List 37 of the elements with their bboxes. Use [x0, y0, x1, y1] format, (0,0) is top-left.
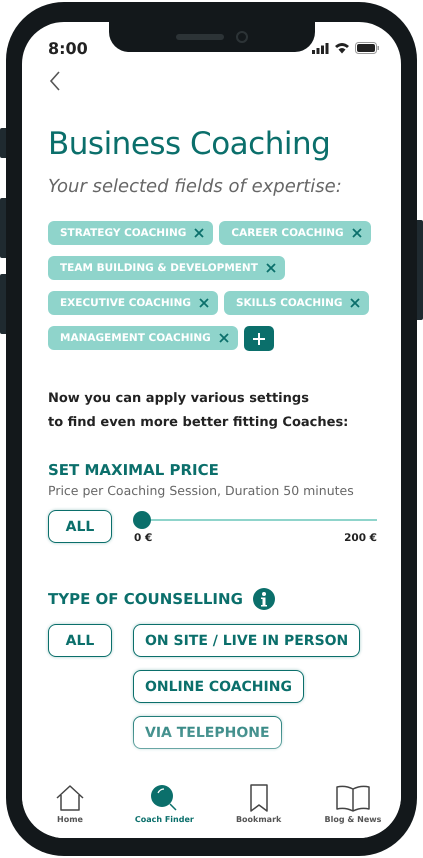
remove-icon[interactable] — [266, 263, 276, 273]
counselling-option[interactable]: ONLINE COACHING — [133, 670, 304, 703]
book-icon — [336, 784, 370, 812]
all-button[interactable]: ALL — [48, 624, 112, 657]
back-icon — [48, 70, 62, 92]
section-heading: TYPE OF COUNSELLING — [48, 590, 243, 608]
home-icon — [55, 784, 85, 812]
plus-icon — [252, 332, 265, 344]
remove-icon[interactable] — [350, 298, 360, 308]
subtitle: Your selected fields of expertise: — [48, 176, 343, 197]
remove-icon[interactable] — [218, 333, 229, 343]
price-slider[interactable] — [134, 510, 377, 530]
slider-min-label: 0 € — [134, 532, 152, 544]
battery-icon — [355, 42, 379, 54]
remove-icon[interactable] — [198, 298, 209, 308]
counselling-option[interactable]: VIA TELEPHONE — [133, 716, 282, 749]
status-time: 8:00 — [48, 38, 88, 58]
signal-icon — [312, 42, 329, 54]
all-button[interactable]: ALL — [48, 510, 112, 543]
tab-bar-item[interactable]: Blog & News — [312, 784, 393, 838]
tab-bar-item[interactable]: Bookmark — [218, 784, 299, 838]
section-heading: SET MAXIMAL PRICE — [48, 461, 219, 479]
search-icon — [149, 784, 180, 812]
wifi-icon — [334, 42, 350, 54]
remove-icon[interactable] — [194, 228, 204, 238]
counselling-option[interactable]: ON SITE / LIVE IN PERSON — [133, 624, 360, 657]
back-button[interactable] — [48, 70, 62, 92]
info-icon[interactable] — [252, 588, 275, 610]
price-caption: Price per Coaching Session, Duration 50 minutes — [48, 483, 355, 498]
remove-icon[interactable] — [352, 228, 362, 238]
intro-text: Now you can apply various settings to find even more better fitting Coaches: — [48, 390, 350, 432]
add-button[interactable] — [244, 326, 274, 351]
tab-bar-item[interactable]: Home — [30, 784, 110, 838]
tab-bar-item[interactable]: Coach Finder — [124, 784, 204, 838]
slider-max-label: 200 € — [344, 532, 377, 544]
bookmark-icon — [248, 784, 269, 812]
page-title: Business Coaching — [48, 126, 332, 162]
